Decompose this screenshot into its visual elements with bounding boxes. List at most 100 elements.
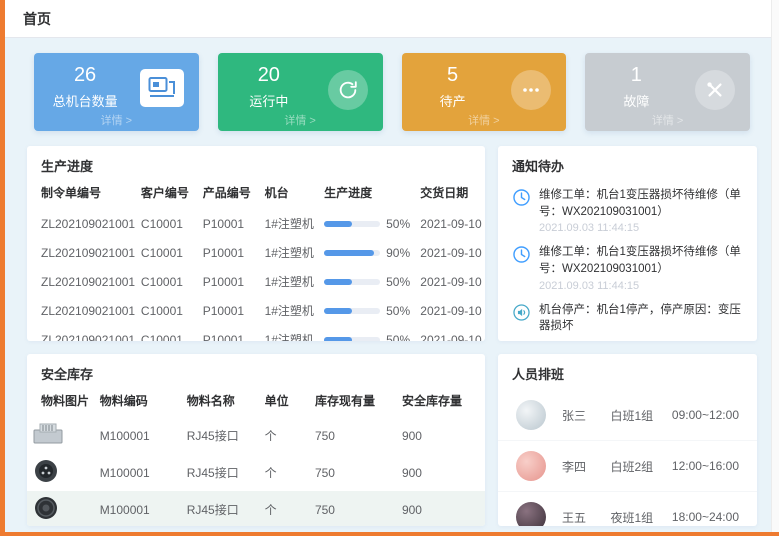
detail-link[interactable]: 详情 >	[34, 112, 199, 128]
column-header: 机台	[261, 182, 321, 209]
stat-label: 总机台数量	[34, 91, 136, 110]
column-header: 物料图片	[27, 390, 96, 417]
material-image-round-connector	[31, 458, 61, 484]
notice-item[interactable]: 维修工单：机台1变压器损坏待维修（单号：WX202109031001） 2021…	[498, 182, 757, 239]
order-no: ZL202109021001	[27, 267, 137, 296]
staff-row: 张三 白班1组 09:00~12:00	[498, 390, 757, 440]
customer-no: C10001	[137, 209, 199, 238]
staff-row: 李四 白班2组 12:00~16:00	[498, 440, 757, 491]
panel-title: 安全库存	[27, 354, 485, 390]
current-qty: 750	[311, 454, 398, 491]
notice-text: 维修工单：机台1变压器损坏待维修（单号：WX202109031001）	[539, 187, 743, 220]
notice-item[interactable]: 维修工单：机台1变压器损坏待维修（单号：WX202109031001） 2021…	[498, 239, 757, 296]
order-no: ZL202109021001	[27, 209, 137, 238]
machine: 1#注塑机	[261, 209, 321, 238]
detail-link[interactable]: 详情 >	[585, 112, 750, 128]
progress-bar: 50%	[324, 217, 412, 231]
staff-name: 李四	[562, 458, 611, 475]
avatar	[516, 502, 546, 526]
scrollbar[interactable]	[771, 0, 779, 532]
staff-schedule-panel: 人员排班 张三 白班1组 09:00~12:00 李四 白班2组 12:00~1…	[498, 354, 757, 526]
table-header-row: 制令单编号 客户编号 产品编号 机台 生产进度 交货日期	[27, 182, 485, 209]
notice-item[interactable]: 计划暂停：机台1生产计划已暂停 2021.09.03 11:44:15	[498, 340, 757, 341]
notice-item[interactable]: 机台停产：机台1停产，停产原因：变压器损坏	[498, 297, 757, 340]
table-row: ZL202109021001 C10001 P10001 1#注塑机 50% 2…	[27, 267, 485, 296]
product-no: P10001	[199, 238, 261, 267]
safety-stock-panel: 安全库存 物料图片 物料编码 物料名称 单位 库存现有量 安全库存量	[27, 354, 485, 526]
stat-value: 26	[34, 64, 136, 87]
current-qty: 750	[311, 417, 398, 454]
machine: 1#注塑机	[261, 325, 321, 341]
safety-qty: 900	[398, 454, 485, 491]
current-qty: 750	[311, 491, 398, 526]
dashboard-page: 首页 26 总机台数量 详情 > 20 运行中	[0, 0, 779, 536]
notice-text: 机台停产：机台1停产，停产原因：变压器损坏	[539, 302, 743, 335]
delivery-date: 2021-09-10	[416, 209, 485, 238]
table-header-row: 物料图片 物料编码 物料名称 单位 库存现有量 安全库存量	[27, 390, 485, 417]
column-header: 安全库存量	[398, 390, 485, 417]
stat-card-running: 20 运行中 详情 >	[218, 53, 383, 131]
column-header: 物料名称	[183, 390, 261, 417]
material-name: RJ45接口	[183, 491, 261, 526]
customer-no: C10001	[137, 296, 199, 325]
detail-link[interactable]: 详情 >	[402, 112, 567, 128]
machine: 1#注塑机	[261, 238, 321, 267]
panel-title: 人员排班	[498, 354, 757, 390]
progress-label: 50%	[386, 217, 410, 231]
staff-time: 18:00~24:00	[672, 510, 739, 524]
top-bar: 首页	[5, 0, 779, 38]
stock-table: 物料图片 物料编码 物料名称 单位 库存现有量 安全库存量	[27, 390, 485, 526]
product-no: P10001	[199, 209, 261, 238]
order-no: ZL202109021001	[27, 238, 137, 267]
tools-icon	[695, 70, 735, 110]
progress-label: 50%	[386, 275, 410, 289]
stat-value: 5	[402, 64, 504, 87]
customer-no: C10001	[137, 325, 199, 341]
production-progress-panel: 生产进度 制令单编号 客户编号 产品编号 机台 生产进度 交货日期	[27, 146, 485, 341]
detail-link[interactable]: 详情 >	[218, 112, 383, 128]
customer-no: C10001	[137, 238, 199, 267]
avatar	[516, 400, 546, 430]
stat-card-fault: 1 故障 详情 >	[585, 53, 750, 131]
table-row: ZL202109021001 C10001 P10001 1#注塑机 50% 2…	[27, 325, 485, 341]
notifications-panel: 通知待办 维修工单：机台1变压器损坏待维修（单号：WX202109031001）…	[498, 146, 757, 341]
material-name: RJ45接口	[183, 417, 261, 454]
staff-shift: 白班1组	[611, 407, 672, 424]
staff-name: 张三	[562, 407, 611, 424]
table-row: M100001 RJ45接口 个 750 900	[27, 417, 485, 454]
tab-home[interactable]: 首页	[23, 9, 51, 29]
column-header: 产品编号	[199, 182, 261, 209]
safety-qty: 900	[398, 491, 485, 526]
stat-card-waiting: 5 待产 详情 >	[402, 53, 567, 131]
machine: 1#注塑机	[261, 296, 321, 325]
order-no: ZL202109021001	[27, 296, 137, 325]
stat-label: 待产	[402, 91, 504, 110]
material-code: M100001	[96, 417, 183, 454]
delivery-date: 2021-09-10	[416, 296, 485, 325]
stat-label: 运行中	[218, 91, 320, 110]
order-no: ZL202109021001	[27, 325, 137, 341]
material-image-speaker	[31, 495, 61, 521]
unit: 个	[261, 454, 311, 491]
material-name: RJ45接口	[183, 454, 261, 491]
column-header: 客户编号	[137, 182, 199, 209]
table-row: ZL202109021001 C10001 P10001 1#注塑机 50% 2…	[27, 296, 485, 325]
clock-icon	[512, 245, 531, 264]
column-header: 交货日期	[416, 182, 485, 209]
delivery-date: 2021-09-10	[416, 238, 485, 267]
clock-icon	[512, 188, 531, 207]
progress-bar: 90%	[324, 246, 412, 260]
column-header: 库存现有量	[311, 390, 398, 417]
progress-bar: 50%	[324, 304, 412, 318]
staff-row: 王五 夜班1组 18:00~24:00	[498, 491, 757, 526]
production-table: 制令单编号 客户编号 产品编号 机台 生产进度 交货日期 ZL202109021…	[27, 182, 485, 341]
column-header: 物料编码	[96, 390, 183, 417]
table-row: ZL202109021001 C10001 P10001 1#注塑机 90% 2…	[27, 238, 485, 267]
column-header: 生产进度	[320, 182, 416, 209]
stat-label: 故障	[585, 91, 687, 110]
avatar	[516, 451, 546, 481]
column-header: 单位	[261, 390, 311, 417]
panel-title: 生产进度	[27, 146, 485, 182]
unit: 个	[261, 417, 311, 454]
column-header: 制令单编号	[27, 182, 137, 209]
